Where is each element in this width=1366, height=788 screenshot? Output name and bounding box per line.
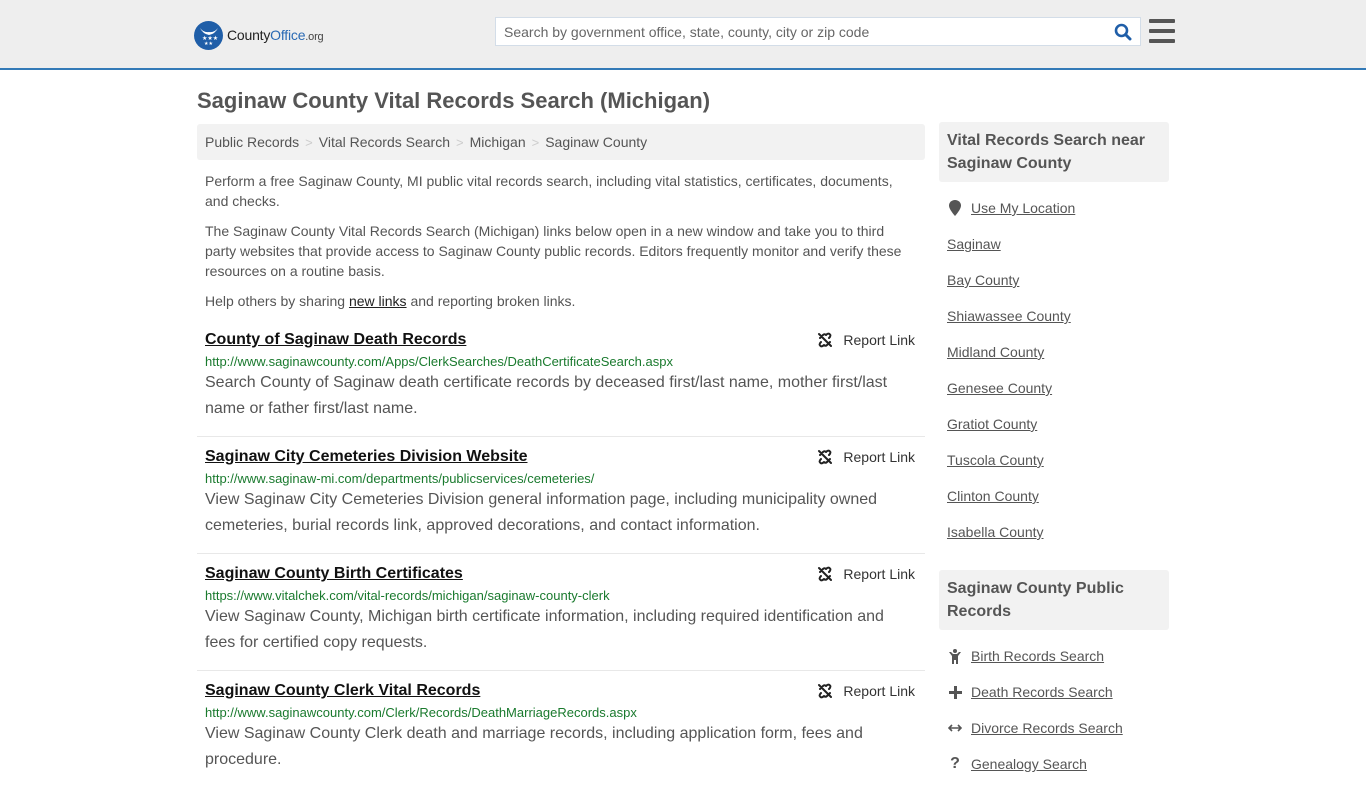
result-description: View Saginaw County, Michigan birth cert… xyxy=(205,608,884,651)
child-icon xyxy=(947,648,963,664)
public-records-heading: Saginaw County Public Records xyxy=(939,570,1169,630)
result-item: Saginaw City Cemeteries Division Website… xyxy=(197,437,925,554)
result-title-link[interactable]: Saginaw County Clerk Vital Records xyxy=(205,682,480,700)
result-title-link[interactable]: County of Saginaw Death Records xyxy=(205,331,466,349)
report-link-button[interactable]: Report Link xyxy=(817,449,915,465)
breadcrumb-current: Saginaw County xyxy=(545,134,648,150)
nearby-link-shiawassee-county[interactable]: Shiawassee County xyxy=(947,308,1071,324)
breadcrumb-michigan[interactable]: Michigan xyxy=(470,134,526,150)
result-item: Saginaw County Clerk Vital Records Repor… xyxy=(197,671,925,788)
hamburger-menu-icon[interactable] xyxy=(1149,19,1175,43)
result-description: View Saginaw City Cemeteries Division ge… xyxy=(205,491,878,534)
report-link-button[interactable]: Report Link xyxy=(817,683,915,699)
result-description: View Saginaw County Clerk death and marr… xyxy=(205,725,863,768)
public-records-item: Divorce Records Search xyxy=(947,710,1161,746)
death-records-search-link[interactable]: Death Records Search xyxy=(971,684,1113,700)
public-records-list: Birth Records Search Death Records Searc… xyxy=(939,630,1169,782)
breadcrumb-separator: > xyxy=(531,134,540,150)
nearby-link-saginaw[interactable]: Saginaw xyxy=(947,236,1001,252)
nearby-item: Isabella County xyxy=(947,514,1161,550)
public-records-item: Birth Records Search xyxy=(947,638,1161,674)
nearby-item: Genesee County xyxy=(947,370,1161,406)
nearby-item: Clinton County xyxy=(947,478,1161,514)
nearby-link-clinton-county[interactable]: Clinton County xyxy=(947,488,1039,504)
nearby-link-isabella-county[interactable]: Isabella County xyxy=(947,524,1044,540)
nearby-link-bay-county[interactable]: Bay County xyxy=(947,272,1019,288)
result-url[interactable]: http://www.saginaw-mi.com/departments/pu… xyxy=(205,471,917,486)
nearby-item: Gratiot County xyxy=(947,406,1161,442)
nearby-item: Shiawassee County xyxy=(947,298,1161,334)
result-url[interactable]: https://www.vitalchek.com/vital-records/… xyxy=(205,588,917,603)
broken-link-icon xyxy=(818,683,833,699)
report-link-button[interactable]: Report Link xyxy=(817,566,915,582)
intro-paragraph-2: The Saginaw County Vital Records Search … xyxy=(205,223,902,279)
result-item: Saginaw County Birth Certificates Report… xyxy=(197,554,925,671)
broken-link-icon xyxy=(818,332,833,348)
sidebar: Vital Records Search near Saginaw County… xyxy=(939,122,1169,782)
use-my-location-link[interactable]: Use My Location xyxy=(971,200,1075,216)
genealogy-search-link[interactable]: Genealogy Search xyxy=(971,756,1087,772)
result-url[interactable]: http://www.saginawcounty.com/Apps/ClerkS… xyxy=(205,354,917,369)
map-marker-icon xyxy=(947,200,963,216)
nearby-item: Saginaw xyxy=(947,226,1161,262)
result-description: Search County of Saginaw death certifica… xyxy=(205,374,888,417)
intro-text: Perform a free Saginaw County, MI public… xyxy=(205,171,917,321)
search-input[interactable] xyxy=(496,18,1106,45)
use-location-item: Use My Location xyxy=(947,190,1161,226)
search-icon xyxy=(1114,23,1132,40)
result-title-link[interactable]: Saginaw City Cemeteries Division Website xyxy=(205,448,527,466)
nearby-link-genesee-county[interactable]: Genesee County xyxy=(947,380,1052,396)
logo-text: CountyOffice.org xyxy=(227,27,324,43)
result-url[interactable]: http://www.saginawcounty.com/Clerk/Recor… xyxy=(205,705,917,720)
breadcrumb-separator: > xyxy=(456,134,464,150)
top-bar: ★★★ ★★ CountyOffice.org xyxy=(0,0,1366,70)
arrows-horizontal-icon xyxy=(947,723,963,733)
report-link-button[interactable]: Report Link xyxy=(817,332,915,348)
nearby-link-tuscola-county[interactable]: Tuscola County xyxy=(947,452,1044,468)
nearby-link-midland-county[interactable]: Midland County xyxy=(947,344,1044,360)
nearby-list: Use My Location Saginaw Bay County Shiaw… xyxy=(939,182,1169,550)
nearby-item: Bay County xyxy=(947,262,1161,298)
intro-paragraph-1: Perform a free Saginaw County, MI public… xyxy=(205,173,893,209)
intro-paragraph-3: Help others by sharing new links and rep… xyxy=(205,293,576,309)
broken-link-icon xyxy=(818,449,833,465)
birth-records-search-link[interactable]: Birth Records Search xyxy=(971,648,1104,664)
public-records-item: Death Records Search xyxy=(947,674,1161,710)
nearby-item: Tuscola County xyxy=(947,442,1161,478)
svg-text:★★: ★★ xyxy=(204,41,213,45)
breadcrumb-vital-records-search[interactable]: Vital Records Search xyxy=(319,134,450,150)
broken-link-icon xyxy=(818,566,833,582)
divorce-records-search-link[interactable]: Divorce Records Search xyxy=(971,720,1123,736)
eagle-stars-icon: ★★★ ★★ xyxy=(194,20,223,50)
question-icon: ? xyxy=(950,755,960,772)
breadcrumb: Public Records > Vital Records Search > … xyxy=(197,124,925,160)
new-links-link[interactable]: new links xyxy=(349,293,407,309)
nearby-heading: Vital Records Search near Saginaw County xyxy=(939,122,1169,182)
results-list: County of Saginaw Death Records Report L… xyxy=(197,320,925,788)
result-title-link[interactable]: Saginaw County Birth Certificates xyxy=(205,565,463,583)
nearby-item: Midland County xyxy=(947,334,1161,370)
site-logo[interactable]: ★★★ ★★ CountyOffice.org xyxy=(194,20,324,50)
breadcrumb-public-records[interactable]: Public Records xyxy=(205,134,299,150)
search-button[interactable] xyxy=(1106,18,1140,45)
breadcrumb-separator: > xyxy=(305,134,313,150)
nearby-link-gratiot-county[interactable]: Gratiot County xyxy=(947,416,1037,432)
public-records-item: ? Genealogy Search xyxy=(947,746,1161,782)
page-title: Saginaw County Vital Records Search (Mic… xyxy=(197,88,711,113)
result-item: County of Saginaw Death Records Report L… xyxy=(197,320,925,437)
search-box xyxy=(495,17,1141,46)
plus-icon xyxy=(947,685,963,699)
